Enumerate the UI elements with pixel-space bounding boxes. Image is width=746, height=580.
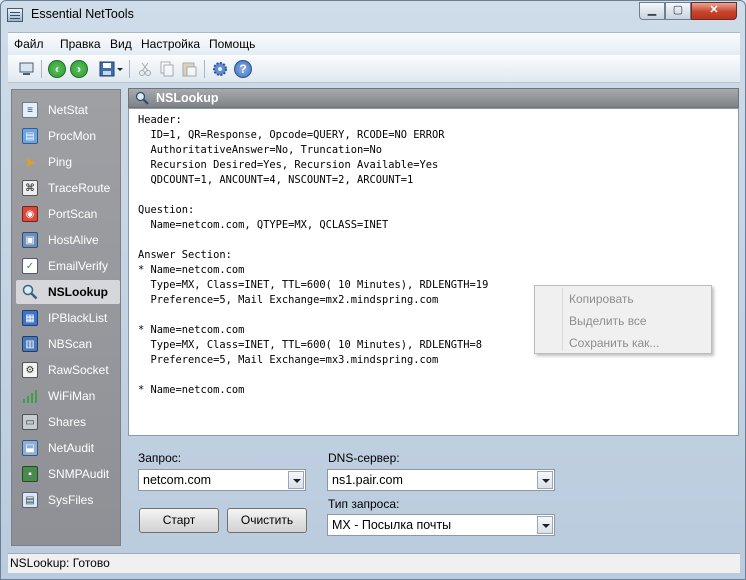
clear-button[interactable]: Очистить	[227, 508, 307, 533]
sidebar-item-nbscan[interactable]: ▥ NBScan	[16, 332, 120, 356]
shares-icon: ▭	[22, 414, 38, 430]
ipblacklist-icon: ▦	[22, 310, 38, 326]
sidebar-item-emailverify[interactable]: ✓ EmailVerify	[16, 254, 120, 278]
query-form: Запрос: netcom.com DNS-сервер: ns1.pair.…	[128, 441, 739, 546]
sidebar-item-label: SysFiles	[48, 493, 94, 507]
sidebar-item-label: NBScan	[48, 337, 93, 351]
menu-edit[interactable]: Правка	[60, 37, 101, 51]
magnifier-icon	[135, 91, 149, 105]
sidebar-item-label: Ping	[48, 155, 73, 169]
dns-server-label: DNS-сервер:	[328, 451, 400, 465]
emailverify-icon: ✓	[22, 258, 38, 274]
status-bar: NSLookup: Готово	[8, 553, 740, 573]
chevron-down-icon[interactable]	[537, 471, 553, 489]
maximize-button[interactable]: ▢	[665, 2, 691, 20]
forward-icon[interactable]: ›	[70, 60, 88, 78]
sidebar-item-label: HostAlive	[48, 233, 99, 247]
cut-icon[interactable]	[136, 60, 154, 78]
query-type-combobox[interactable]: MX - Посылка почты	[327, 514, 555, 536]
portscan-icon: ◉	[22, 206, 38, 222]
dns-server-value: ns1.pair.com	[332, 473, 403, 487]
toolbar: ‹ › ?	[8, 55, 740, 83]
query-type-label: Тип запроса:	[328, 497, 400, 511]
traceroute-icon: ⌘	[22, 180, 38, 196]
sidebar-item-label: EmailVerify	[48, 259, 109, 273]
sidebar-item-label: WiFiMan	[48, 389, 96, 403]
sidebar-item-procmon[interactable]: ▤ ProcMon	[16, 124, 120, 148]
sidebar-item-label: ProcMon	[48, 129, 97, 143]
sidebar-item-label: NetAudit	[48, 441, 95, 455]
help-icon[interactable]: ?	[234, 60, 252, 78]
main-window: Essential NetTools ▁ ▢ ✕ Файл Правка Вид…	[0, 0, 746, 580]
start-button[interactable]: Старт	[139, 508, 219, 533]
panel-title: NSLookup	[156, 91, 219, 105]
netstat-icon: ≡	[22, 102, 38, 118]
sidebar-item-snmpaudit[interactable]: ▪ SNMPAudit	[16, 462, 120, 486]
context-menu-copy[interactable]: Копировать	[569, 292, 634, 306]
status-text: NSLookup: Готово	[10, 556, 110, 570]
sidebar-item-wifiman[interactable]: WiFiMan	[16, 384, 120, 408]
menu-view[interactable]: Вид	[110, 37, 132, 51]
copy-icon[interactable]	[158, 60, 176, 78]
sidebar-item-label: IPBlackList	[48, 311, 108, 325]
sidebar-item-shares[interactable]: ▭ Shares	[16, 410, 120, 434]
paste-icon[interactable]	[180, 60, 198, 78]
sidebar-item-label: Shares	[48, 415, 87, 429]
sidebar-item-netaudit[interactable]: ⬓ NetAudit	[16, 436, 120, 460]
menu-file[interactable]: Файл	[14, 37, 44, 51]
sidebar-item-label: NSLookup	[48, 285, 108, 299]
sidebar-item-label: PortScan	[48, 207, 98, 221]
window-title: Essential NetTools	[31, 7, 134, 21]
sidebar-item-nslookup[interactable]: NSLookup	[16, 280, 120, 304]
sidebar-item-rawsocket[interactable]: ⚙ RawSocket	[16, 358, 120, 382]
panel-header: NSLookup	[128, 88, 739, 108]
hostalive-icon: ▣	[22, 232, 38, 248]
context-menu: Копировать Выделить все Сохранить как...	[534, 285, 712, 354]
sidebar-item-netstat[interactable]: ≡ NetStat	[16, 98, 120, 122]
procmon-icon: ▤	[22, 128, 38, 144]
sidebar-item-label: SNMPAudit	[48, 467, 110, 481]
sysfiles-icon: ▤	[22, 492, 38, 508]
app-icon	[7, 8, 23, 22]
rawsocket-icon: ⚙	[22, 362, 38, 378]
sidebar-item-traceroute[interactable]: ⌘ TraceRoute	[16, 176, 120, 200]
title-bar[interactable]: Essential NetTools ▁ ▢ ✕	[1, 1, 745, 29]
close-button[interactable]: ✕	[691, 2, 737, 20]
dns-server-combobox[interactable]: ns1.pair.com	[327, 469, 555, 491]
menu-settings[interactable]: Настройка	[141, 37, 200, 51]
chevron-down-icon[interactable]	[537, 516, 553, 534]
wifi-signal-icon	[22, 388, 38, 404]
output-text: Header: ID=1, QR=Response, Opcode=QUERY,…	[138, 114, 489, 396]
settings-gear-icon[interactable]	[211, 60, 229, 78]
context-menu-save-as[interactable]: Сохранить как...	[569, 336, 659, 350]
save-icon[interactable]	[98, 60, 116, 78]
back-icon[interactable]: ‹	[48, 60, 66, 78]
context-menu-select-all[interactable]: Выделить все	[569, 314, 647, 328]
ping-icon: ➤	[24, 153, 36, 170]
chevron-down-icon[interactable]	[288, 471, 304, 489]
netaudit-icon: ⬓	[22, 440, 38, 456]
snmpaudit-icon: ▪	[22, 466, 38, 482]
query-combobox[interactable]: netcom.com	[138, 469, 306, 491]
sidebar-item-ping[interactable]: ➤ Ping	[16, 150, 120, 174]
sidebar-item-sysfiles[interactable]: ▤ SysFiles	[16, 488, 120, 512]
connection-icon[interactable]	[18, 60, 36, 78]
query-label: Запрос:	[138, 451, 182, 465]
sidebar: ≡ NetStat ▤ ProcMon ➤ Ping ⌘ TraceRoute …	[11, 89, 121, 546]
sidebar-item-ipblacklist[interactable]: ▦ IPBlackList	[16, 306, 120, 330]
minimize-button[interactable]: ▁	[639, 2, 665, 20]
magnifier-icon	[22, 284, 38, 300]
menu-bar: Файл Правка Вид Настройка Помощь	[8, 32, 740, 55]
save-dropdown-icon[interactable]	[116, 60, 124, 78]
sidebar-item-label: TraceRoute	[48, 181, 111, 195]
query-value: netcom.com	[143, 473, 212, 487]
sidebar-item-portscan[interactable]: ◉ PortScan	[16, 202, 120, 226]
query-type-value: MX - Посылка почты	[332, 518, 452, 532]
sidebar-item-label: RawSocket	[48, 363, 109, 377]
sidebar-item-hostalive[interactable]: ▣ HostAlive	[16, 228, 120, 252]
output-textarea[interactable]: Header: ID=1, QR=Response, Opcode=QUERY,…	[128, 108, 739, 436]
sidebar-item-label: NetStat	[48, 103, 89, 117]
menu-help[interactable]: Помощь	[209, 37, 255, 51]
nbscan-icon: ▥	[22, 336, 38, 352]
